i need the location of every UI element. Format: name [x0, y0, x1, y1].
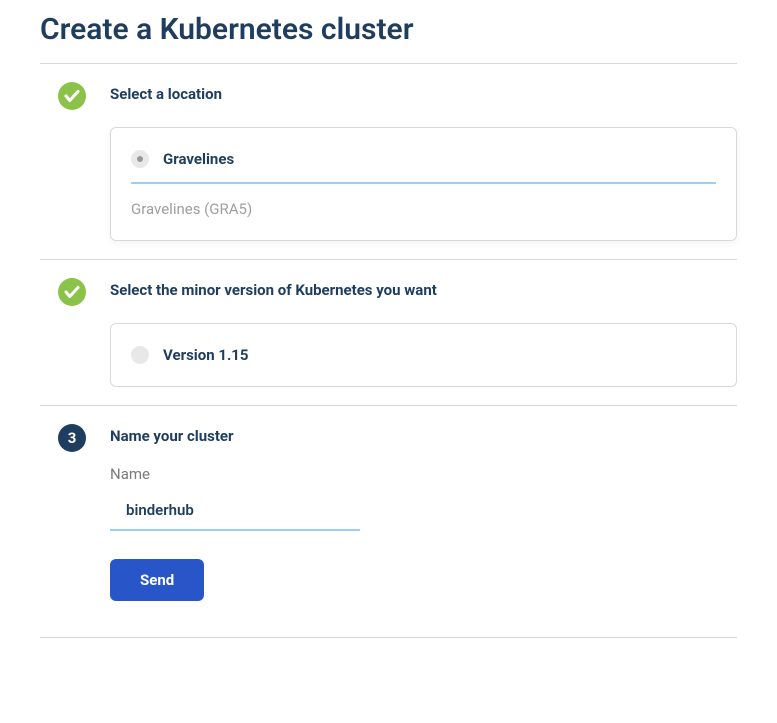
step-number-badge: 3 — [58, 424, 86, 452]
send-button[interactable]: Send — [110, 559, 204, 601]
cluster-name-input[interactable] — [110, 491, 360, 531]
step-location: Select a location Gravelines Gravelines … — [40, 64, 737, 259]
radio-unselected-icon — [131, 346, 149, 364]
page-title: Create a Kubernetes cluster — [40, 12, 737, 47]
version-card: Version 1.15 — [110, 323, 737, 387]
divider — [40, 637, 737, 638]
step-name-title: Name your cluster — [110, 427, 737, 445]
name-field-label: Name — [110, 465, 737, 483]
location-card: Gravelines Gravelines (GRA5) — [110, 127, 737, 241]
step-version: Select the minor version of Kubernetes y… — [40, 260, 737, 405]
location-option[interactable]: Gravelines — [131, 150, 716, 184]
step-location-title: Select a location — [110, 85, 737, 103]
check-icon — [58, 82, 86, 110]
version-option[interactable]: Version 1.15 — [131, 346, 716, 364]
check-icon — [58, 278, 86, 306]
version-option-label: Version 1.15 — [163, 346, 249, 364]
step-name: 3 Name your cluster Name Send — [40, 406, 737, 637]
location-option-label: Gravelines — [163, 150, 234, 168]
step-version-title: Select the minor version of Kubernetes y… — [110, 281, 737, 299]
location-detail: Gravelines (GRA5) — [131, 200, 716, 218]
radio-selected-icon — [131, 150, 149, 168]
